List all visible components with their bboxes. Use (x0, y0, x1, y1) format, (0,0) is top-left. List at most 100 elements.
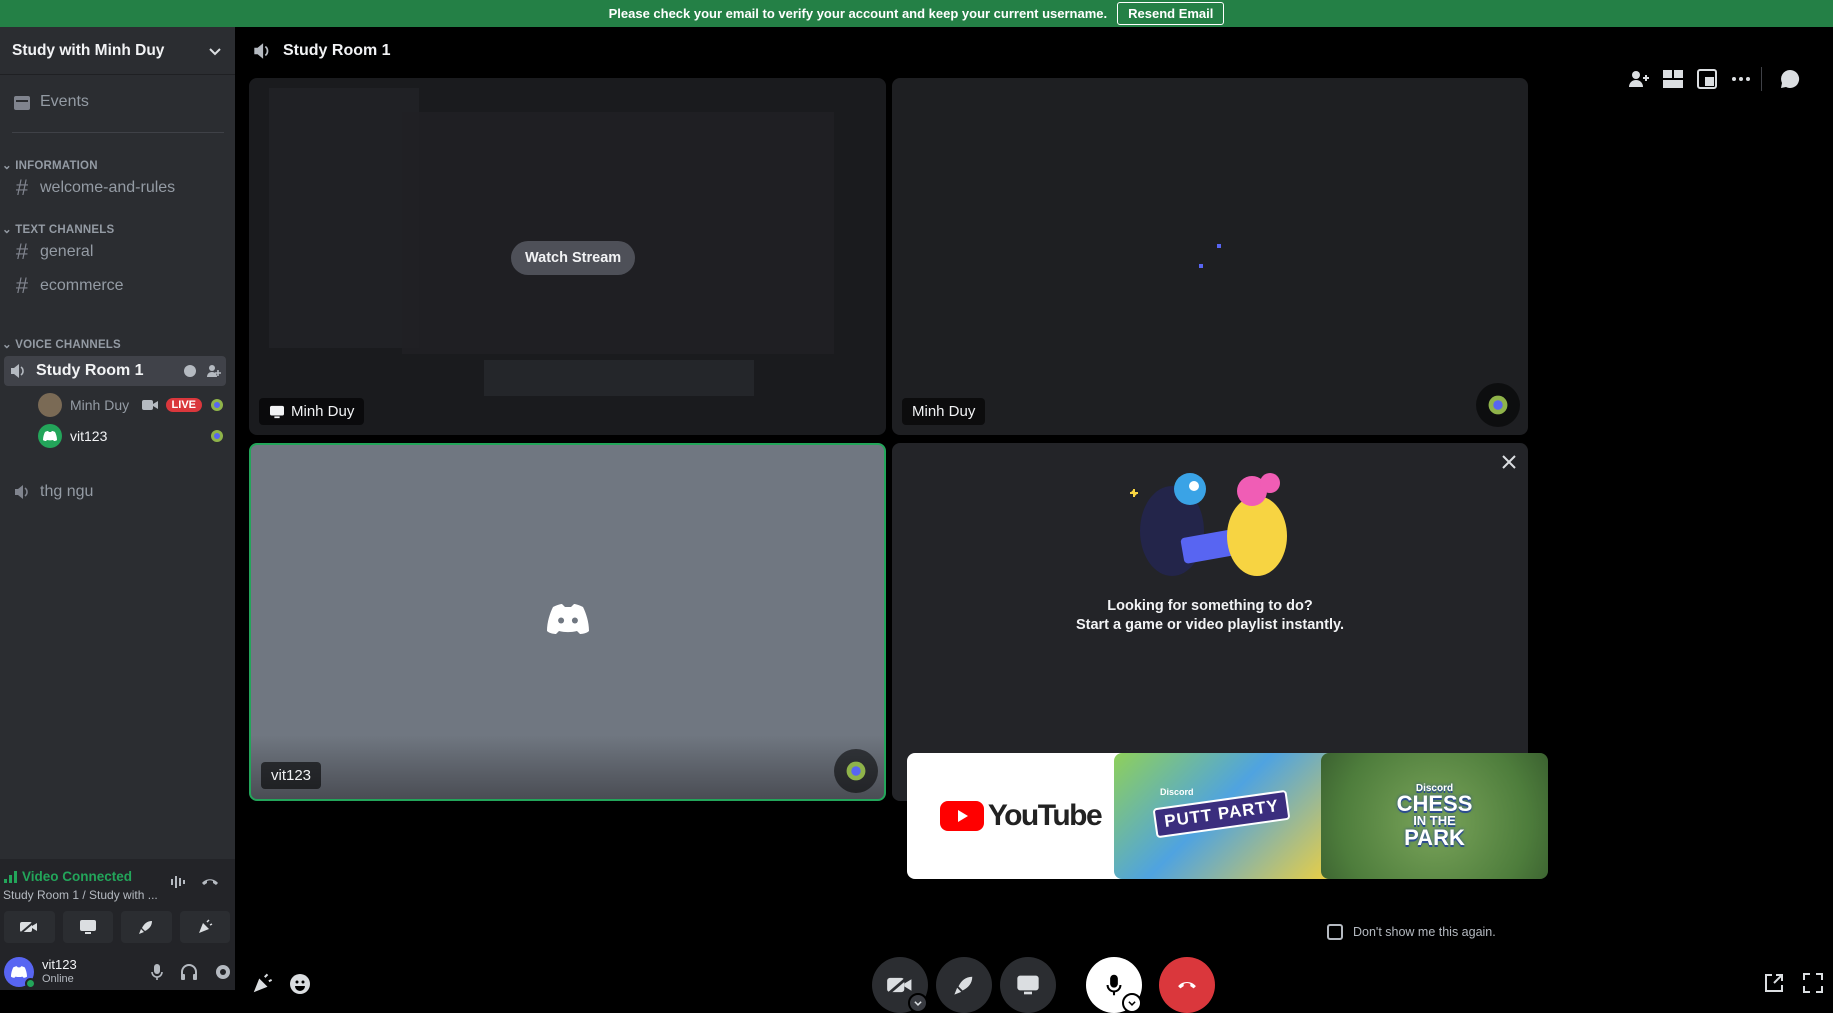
verify-email-banner: Please check your email to verify your a… (0, 0, 1833, 27)
stream-preview-taskbar (484, 360, 754, 396)
loading-dot (1199, 264, 1203, 268)
dont-show-again-row[interactable]: Don't show me this again. (1327, 924, 1496, 940)
microphone-options-chevron[interactable] (1122, 993, 1142, 1013)
channel-topbar: Study Room 1 (235, 27, 1833, 75)
voice-call-area: Study Room 1 Watch Stream Minh Duy Minh … (235, 27, 1833, 1013)
channel-label: welcome-and-rules (40, 179, 176, 196)
rocket-icon (139, 921, 153, 934)
activity-suggestion-panel: Looking for something to do? Start a gam… (892, 443, 1528, 801)
category-information[interactable]: ⌄ INFORMATION (2, 158, 98, 172)
category-voice-channels[interactable]: ⌄ VOICE CHANNELS (2, 337, 121, 351)
headphones-icon[interactable] (180, 963, 198, 981)
hash-icon: # (15, 239, 29, 264)
fullscreen-icon[interactable] (1802, 972, 1824, 994)
divider (1761, 67, 1762, 91)
chevron-down-icon (914, 1001, 922, 1006)
activity-prompt-line2: Start a game or video playlist instantly… (1075, 617, 1345, 633)
server-name: Study with Minh Duy (12, 41, 165, 59)
user-info[interactable]: vit123 Online (42, 958, 142, 986)
category-text-channels[interactable]: ⌄ TEXT CHANNELS (2, 222, 114, 236)
voice-channel-thg-ngu[interactable]: thg ngu (8, 477, 226, 507)
channel-welcome-and-rules[interactable]: # welcome-and-rules (8, 173, 226, 203)
microphone-icon[interactable] (150, 963, 164, 981)
invite-icon[interactable] (206, 363, 222, 379)
signal-icon (4, 870, 17, 883)
camera-tile[interactable]: Minh Duy (892, 78, 1528, 435)
divider (12, 132, 224, 133)
loading-dot (1217, 244, 1221, 248)
close-icon[interactable] (1500, 453, 1518, 471)
voice-status[interactable]: Video Connected (4, 869, 132, 884)
discord-logo-icon (11, 966, 27, 978)
chess-in-the-park-activity-card[interactable]: Discord CHESS IN THE PARK (1321, 753, 1548, 879)
live-badge: LIVE (165, 398, 202, 412)
events-label: Events (40, 93, 89, 110)
voice-user-name: Minh Duy (70, 397, 130, 413)
channel-label: general (40, 243, 94, 260)
avatar[interactable] (4, 957, 36, 989)
settings-gear-icon[interactable] (214, 963, 232, 981)
noise-suppression-icon[interactable] (170, 873, 188, 891)
youtube-play-icon (939, 801, 984, 831)
putt-party-logo: PUTT PARTY (1152, 789, 1291, 839)
stream-preview-editor (402, 112, 834, 354)
server-header[interactable]: Study with Minh Duy (0, 27, 235, 75)
stream-tile[interactable]: Watch Stream Minh Duy (249, 78, 886, 435)
channel-sidebar: Study with Minh Duy Events ⌄ INFORMATION… (0, 27, 235, 990)
popout-icon[interactable] (1763, 972, 1785, 994)
resend-email-button[interactable]: Resend Email (1117, 2, 1225, 25)
channel-label: ecommerce (40, 277, 124, 294)
emoji-icon[interactable] (289, 973, 311, 995)
voice-user-name: vit123 (70, 428, 108, 444)
discord-label: Discord (1160, 787, 1194, 797)
screen-share-icon (270, 405, 284, 418)
share-screen-button[interactable] (62, 911, 113, 943)
activity-badge (1476, 383, 1520, 427)
camera-name-tag: Minh Duy (902, 398, 986, 425)
soundboard-icon (198, 919, 213, 933)
activity-prompt: Looking for something to do? Start a gam… (892, 597, 1528, 635)
soundboard-icon[interactable] (251, 973, 273, 995)
activity-prompt-line1: Looking for something to do? (1107, 598, 1313, 614)
voice-connection-panel: Video Connected Study Room 1 / Study wit… (0, 859, 235, 990)
channel-ecommerce[interactable]: # ecommerce (8, 271, 226, 301)
soundboard-button[interactable] (179, 911, 230, 943)
characters-playing-illustration (1130, 473, 1287, 576)
speaker-icon (15, 485, 28, 499)
stream-preview-sidebar (269, 88, 419, 348)
camera-off-icon (20, 920, 38, 934)
microphone-toggle-button[interactable] (1086, 957, 1142, 1013)
chevron-down-icon (209, 47, 221, 55)
banner-text: Please check your email to verify your a… (608, 6, 1108, 21)
camera-off-button[interactable] (4, 911, 55, 943)
voice-channel-study-room-1[interactable]: Study Room 1 (4, 356, 226, 386)
user-status: Online (42, 973, 74, 985)
calendar-icon (14, 96, 30, 110)
avatar (38, 393, 62, 417)
activities-button[interactable] (121, 911, 172, 943)
self-video-tile[interactable]: vit123 (249, 443, 886, 801)
watch-stream-button[interactable]: Watch Stream (511, 241, 636, 275)
channel-general[interactable]: # general (8, 237, 226, 267)
layout-grid-icon[interactable] (1661, 67, 1685, 91)
leave-call-button[interactable] (1159, 957, 1215, 1013)
dont-show-again-checkbox[interactable] (1327, 924, 1343, 940)
voice-user-vit123[interactable]: vit123 (38, 422, 224, 450)
share-screen-button[interactable] (1000, 957, 1056, 1013)
putt-party-activity-card[interactable]: Discord PUTT PARTY (1114, 753, 1341, 879)
voice-user-minh-duy[interactable]: Minh Duy LIVE (38, 391, 224, 419)
camera-toggle-button[interactable] (872, 957, 928, 1013)
camera-options-chevron[interactable] (908, 993, 928, 1013)
chat-bubble-icon[interactable] (182, 363, 198, 379)
discord-logo-icon (43, 431, 57, 441)
activity-icon (211, 399, 223, 411)
events-item[interactable]: Events (8, 87, 226, 117)
disconnect-icon[interactable] (200, 873, 220, 891)
popout-window-icon[interactable] (1695, 67, 1719, 91)
youtube-activity-card[interactable]: YouTube (907, 753, 1134, 879)
more-options-icon[interactable] (1729, 67, 1753, 91)
chat-bubble-icon[interactable] (1778, 67, 1802, 91)
voice-location[interactable]: Study Room 1 / Study with ... (3, 888, 158, 902)
add-friend-icon[interactable] (1627, 67, 1651, 91)
activities-button[interactable] (936, 957, 992, 1013)
